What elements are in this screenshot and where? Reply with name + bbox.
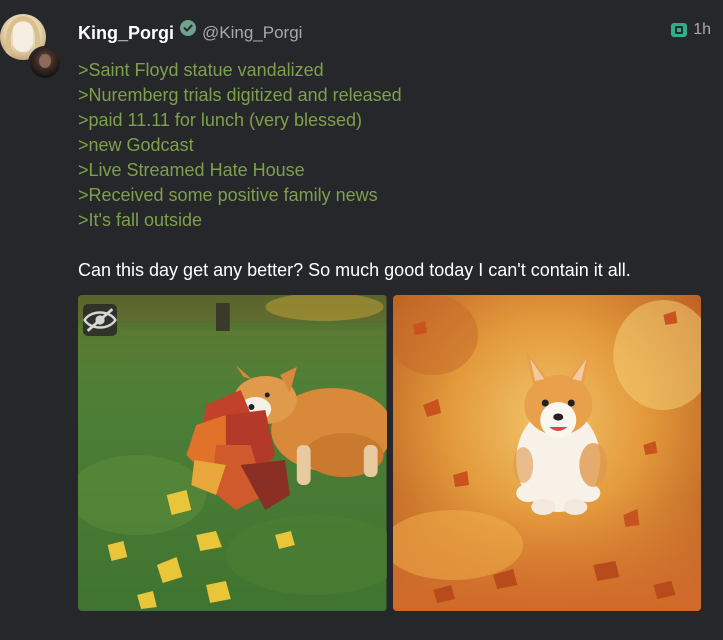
media-image-corgi-running[interactable] <box>392 295 701 611</box>
eye-slash-icon <box>83 308 117 332</box>
secondary-avatar[interactable] <box>28 46 62 80</box>
post-header: King_Porgi @King_Porgi <box>78 20 302 46</box>
author-handle[interactable]: @King_Porgi <box>202 23 302 43</box>
verified-icon <box>180 20 197 36</box>
greentext-list: >Saint Floyd statue vandalized >Nurember… <box>78 58 402 233</box>
media-image-corgi-leaves[interactable] <box>78 295 387 611</box>
greentext-line: >Saint Floyd statue vandalized <box>78 60 324 80</box>
post-time[interactable]: 1h <box>693 21 711 39</box>
secondary-avatar-image <box>30 48 60 78</box>
avatar-face <box>13 22 33 52</box>
greentext-line: >Received some positive family news <box>78 185 378 205</box>
greentext-line: >Nuremberg trials digitized and released <box>78 85 402 105</box>
media-gallery <box>78 295 701 611</box>
greentext-line: >It's fall outside <box>78 210 203 230</box>
greentext-line: >new Godcast <box>78 135 194 155</box>
post-meta: 1h <box>670 21 711 39</box>
corgi-running-image <box>392 295 701 611</box>
display-name[interactable]: King_Porgi <box>78 23 174 44</box>
hide-media-button[interactable] <box>83 304 117 336</box>
post-body: Can this day get any better? So much goo… <box>78 260 631 280</box>
corgi-with-leaves-image <box>78 295 387 611</box>
greentext-line: >paid 11.11 for lunch (very blessed) <box>78 110 362 130</box>
client-app-icon <box>671 23 688 37</box>
greentext-line: >Live Streamed Hate House <box>78 160 305 180</box>
post: King_Porgi @King_Porgi 1h >Saint Floyd s… <box>0 0 723 640</box>
